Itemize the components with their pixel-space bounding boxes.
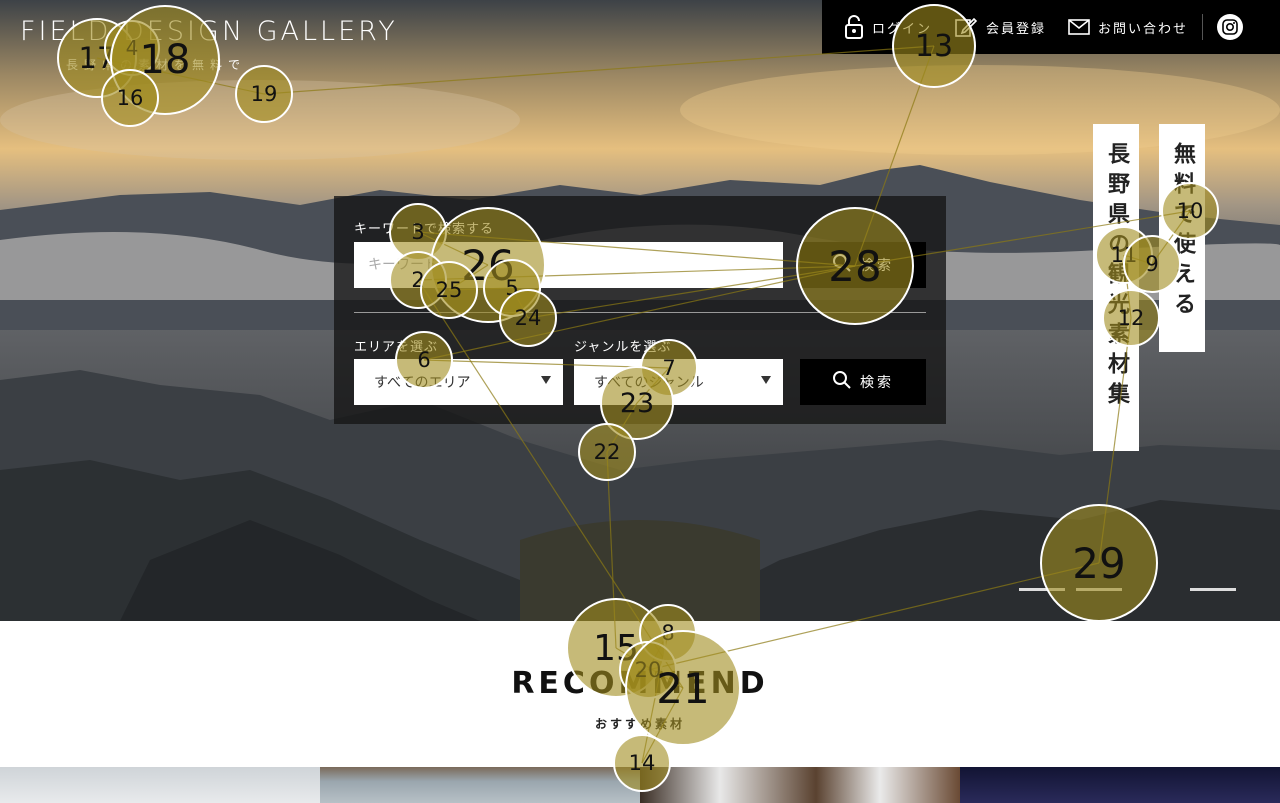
recommend-thumb[interactable] <box>0 767 320 803</box>
site-logo[interactable]: FIELD DESIGN GALLERY <box>20 16 398 47</box>
pencil-icon <box>954 16 978 38</box>
genre-select-value: すべてのジャンル <box>594 375 704 391</box>
filter-search-button[interactable]: 検索 <box>800 359 926 405</box>
login-link[interactable]: ログイン <box>844 14 932 40</box>
slide-indicator-3[interactable] <box>1190 588 1236 591</box>
search-icon <box>832 370 852 394</box>
hero-vertical-title: 長野県の観光素材集 <box>1093 124 1139 451</box>
genre-label: ジャンルを選ぶ <box>574 340 672 355</box>
top-nav: ログイン 会員登録 お問い合わせ <box>822 0 1280 54</box>
keyword-search-label: 検索 <box>860 258 894 274</box>
recommend-title: RECOMMEND <box>511 666 769 701</box>
keyword-search-button[interactable]: 検索 <box>800 242 926 288</box>
search-divider <box>354 312 926 313</box>
site-brand[interactable]: FIELD DESIGN GALLERY 長野県の素材を無料で <box>20 16 398 73</box>
mail-icon <box>1068 18 1090 36</box>
genre-select[interactable]: すべてのジャンル <box>574 359 783 405</box>
login-label: ログイン <box>872 21 933 37</box>
instagram-icon[interactable] <box>1217 14 1244 40</box>
area-select[interactable]: すべてのエリア <box>354 359 563 405</box>
search-panel: キーワードで検索する 検索 エリアを選ぶ ジャンルを選ぶ すべてのエリア すべて… <box>334 196 946 424</box>
contact-link[interactable]: お問い合わせ <box>1068 18 1188 37</box>
nav-divider <box>1202 14 1204 40</box>
chevron-down-icon <box>541 376 551 384</box>
area-select-value: すべてのエリア <box>374 375 471 391</box>
contact-label: お問い合わせ <box>1098 21 1189 37</box>
site-tagline: 長野県の素材を無料で <box>66 58 247 72</box>
hero-vertical-subtitle: 無料で使える <box>1159 124 1205 352</box>
recommend-thumb[interactable] <box>320 767 640 803</box>
area-label: エリアを選ぶ <box>354 340 439 355</box>
register-link[interactable]: 会員登録 <box>954 16 1046 38</box>
recommend-thumb[interactable] <box>960 767 1280 803</box>
chevron-down-icon <box>761 376 771 384</box>
slide-indicator-1[interactable] <box>1019 588 1065 591</box>
register-label: 会員登録 <box>986 21 1047 37</box>
keyword-label: キーワードで検索する <box>354 222 495 237</box>
search-icon <box>832 253 852 277</box>
filter-search-label: 検索 <box>860 375 894 391</box>
recommend-thumb[interactable] <box>640 767 960 803</box>
keyword-input[interactable] <box>354 242 783 288</box>
hero-section: FIELD DESIGN GALLERY 長野県の素材を無料で ログイン 会員登… <box>0 0 1280 621</box>
recommend-subtitle: おすすめ素材 <box>594 717 685 731</box>
gaze-path-line <box>647 632 669 671</box>
slide-indicator-2[interactable] <box>1076 588 1122 591</box>
lock-icon <box>844 14 864 40</box>
